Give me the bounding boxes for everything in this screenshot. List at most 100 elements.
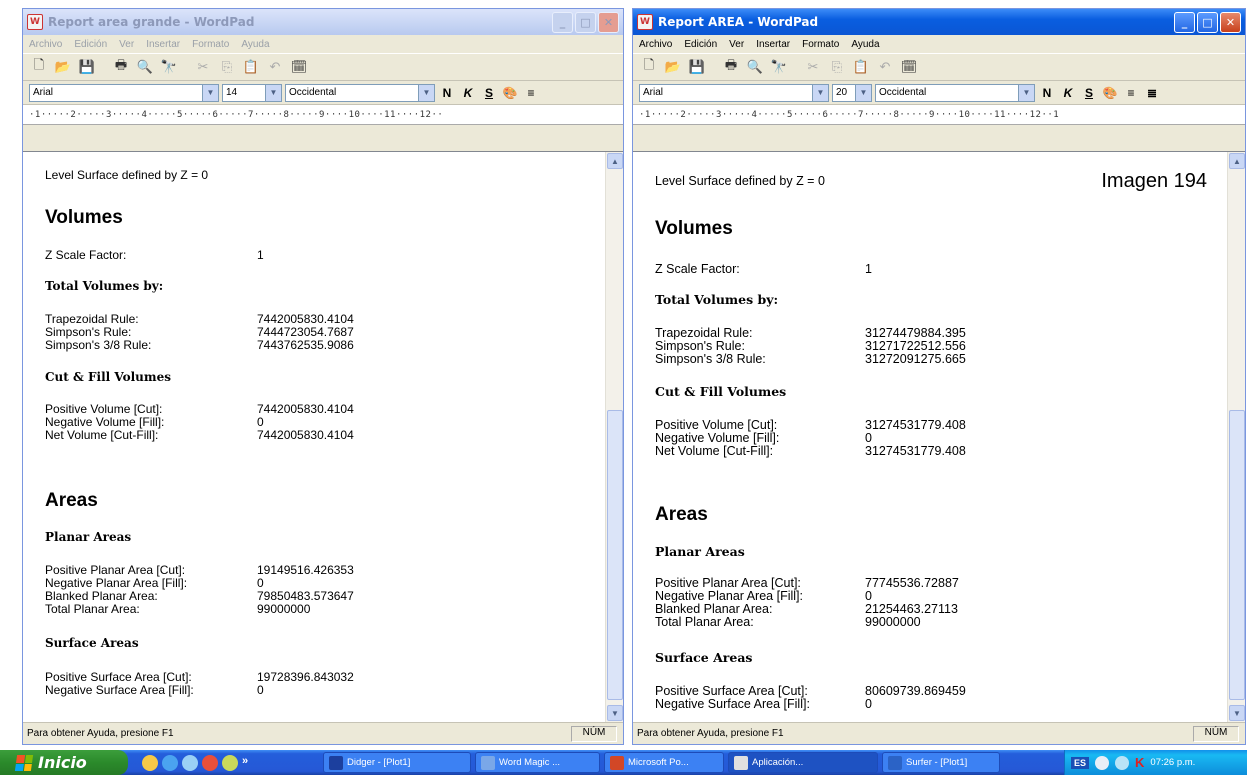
task-label: Word Magic ... (499, 757, 561, 768)
italic-icon[interactable]: K (1059, 84, 1077, 102)
menu-archivo[interactable]: Archivo (27, 39, 64, 50)
open-folder-icon[interactable]: 📂 (53, 57, 73, 77)
menu-ver[interactable]: Ver (117, 39, 136, 50)
media-icon[interactable] (182, 754, 198, 771)
scroll-up-icon[interactable]: ▲ (607, 153, 623, 169)
document-area[interactable]: Imagen 194 Level Surface defined by Z = … (633, 151, 1245, 722)
chevron-down-icon[interactable]: ▼ (418, 84, 434, 101)
chevron-down-icon[interactable]: ▼ (265, 84, 281, 101)
scroll-up-icon[interactable]: ▲ (1229, 153, 1245, 169)
chevron-down-icon[interactable]: ▼ (812, 84, 828, 101)
more-icon[interactable]: » (242, 755, 248, 771)
menu-ayuda[interactable]: Ayuda (849, 39, 881, 50)
scroll-down-icon[interactable]: ▼ (1229, 705, 1245, 721)
scroll-thumb[interactable] (607, 410, 623, 700)
script-select[interactable]: Occidental ▼ (875, 83, 1035, 102)
underline-icon[interactable]: S (480, 84, 498, 102)
cut-icon[interactable]: ✂ (193, 57, 213, 77)
scroll-down-icon[interactable]: ▼ (607, 705, 623, 721)
italic-icon[interactable]: K (459, 84, 477, 102)
color-icon[interactable]: 🎨 (1101, 84, 1119, 102)
menu-insertar[interactable]: Insertar (754, 39, 792, 50)
messenger-icon[interactable] (142, 754, 158, 771)
menu-edicion[interactable]: Edición (682, 39, 719, 50)
ruler[interactable]: ·1·····2·····3·····4·····5·····6·····7··… (23, 105, 623, 125)
volume-icon[interactable] (1115, 755, 1130, 770)
menu-edicion[interactable]: Edición (72, 39, 109, 50)
align-center-icon[interactable]: ≣ (1143, 84, 1161, 102)
vertical-scrollbar[interactable]: ▲ ▼ (1227, 152, 1245, 722)
menu-insertar[interactable]: Insertar (144, 39, 182, 50)
network-icon[interactable] (1095, 755, 1110, 770)
simpson38-label: Simpson's 3/8 Rule: (45, 338, 152, 352)
minimize-button[interactable]: _ (552, 11, 573, 33)
undo-icon[interactable]: ↶ (265, 57, 285, 77)
paste-icon[interactable]: 📋 (241, 57, 261, 77)
print-icon[interactable]: 🖶 (721, 57, 741, 77)
copy-icon[interactable]: ⎘ (217, 57, 237, 77)
clock[interactable]: 07:26 p.m. (1150, 757, 1195, 768)
vertical-scrollbar[interactable]: ▲ ▼ (605, 152, 623, 722)
print-icon[interactable]: 🖶 (111, 57, 131, 77)
scroll-thumb[interactable] (1229, 410, 1245, 700)
chevron-down-icon[interactable]: ▼ (202, 84, 218, 101)
font-size-select[interactable]: 14 ▼ (222, 83, 282, 102)
font-size-select[interactable]: 20 ▼ (832, 83, 872, 102)
insert-datetime-icon[interactable]: 🗓 (899, 57, 919, 77)
save-icon[interactable]: 💾 (687, 57, 707, 77)
print-preview-icon[interactable]: 🔍 (135, 57, 155, 77)
font-name-select[interactable]: Arial ▼ (639, 83, 829, 102)
antivirus-icon[interactable]: K (1135, 755, 1144, 770)
menu-formato[interactable]: Formato (190, 39, 231, 50)
copy-icon[interactable]: ⎘ (827, 57, 847, 77)
task-word-magic[interactable]: Word Magic ... (475, 752, 600, 773)
wordpad-app-icon[interactable]: W (637, 14, 653, 30)
task-didger[interactable]: Didger - [Plot1] (323, 752, 471, 773)
app-icon[interactable] (222, 754, 238, 771)
insert-datetime-icon[interactable]: 🗓 (289, 57, 309, 77)
menu-ver[interactable]: Ver (727, 39, 746, 50)
language-indicator[interactable]: ES (1071, 756, 1090, 769)
title-bar[interactable]: W Report AREA - WordPad _ □ ✕ (633, 9, 1245, 35)
bold-icon[interactable]: N (438, 84, 456, 102)
wordpad-app-icon[interactable]: W (27, 14, 43, 30)
bold-icon[interactable]: N (1038, 84, 1056, 102)
wordpad-window-right[interactable]: W Report AREA - WordPad _ □ ✕ Archivo Ed… (632, 8, 1246, 745)
chevron-down-icon[interactable]: ▼ (855, 84, 871, 101)
task-powerpoint[interactable]: Microsoft Po... (604, 752, 724, 773)
close-button[interactable]: ✕ (598, 11, 619, 33)
align-left-icon[interactable]: ≡ (1122, 84, 1140, 102)
minimize-button[interactable]: _ (1174, 11, 1195, 33)
cut-icon[interactable]: ✂ (803, 57, 823, 77)
document-area[interactable]: Level Surface defined by Z = 0 Volumes Z… (23, 151, 623, 722)
task-surfer[interactable]: Surfer - [Plot1] (882, 752, 1000, 773)
menu-ayuda[interactable]: Ayuda (239, 39, 271, 50)
menu-archivo[interactable]: Archivo (637, 39, 674, 50)
start-button[interactable]: Inicio (0, 750, 128, 775)
align-left-icon[interactable]: ≡ (522, 84, 540, 102)
find-icon[interactable]: 🔭 (769, 57, 789, 77)
new-document-icon[interactable]: 🗋 (639, 57, 659, 77)
undo-icon[interactable]: ↶ (875, 57, 895, 77)
task-aplicacion[interactable]: Aplicación... (728, 752, 878, 773)
ruler[interactable]: ·1·····2·····3·····4·····5·····6·····7··… (633, 105, 1245, 125)
save-icon[interactable]: 💾 (77, 57, 97, 77)
paste-icon[interactable]: 📋 (851, 57, 871, 77)
find-icon[interactable]: 🔭 (159, 57, 179, 77)
menu-formato[interactable]: Formato (800, 39, 841, 50)
title-bar[interactable]: W Report area grande - WordPad _ □ ✕ (23, 9, 623, 35)
color-icon[interactable]: 🎨 (501, 84, 519, 102)
browser-icon[interactable] (162, 754, 178, 771)
maximize-button[interactable]: □ (575, 11, 596, 33)
font-name-select[interactable]: Arial ▼ (29, 83, 219, 102)
print-preview-icon[interactable]: 🔍 (745, 57, 765, 77)
new-document-icon[interactable]: 🗋 (29, 57, 49, 77)
app-icon[interactable] (202, 754, 218, 771)
maximize-button[interactable]: □ (1197, 11, 1218, 33)
script-select[interactable]: Occidental ▼ (285, 83, 435, 102)
underline-icon[interactable]: S (1080, 84, 1098, 102)
wordpad-window-left[interactable]: W Report area grande - WordPad _ □ ✕ Arc… (22, 8, 624, 745)
open-folder-icon[interactable]: 📂 (663, 57, 683, 77)
close-button[interactable]: ✕ (1220, 11, 1241, 33)
chevron-down-icon[interactable]: ▼ (1018, 84, 1034, 101)
